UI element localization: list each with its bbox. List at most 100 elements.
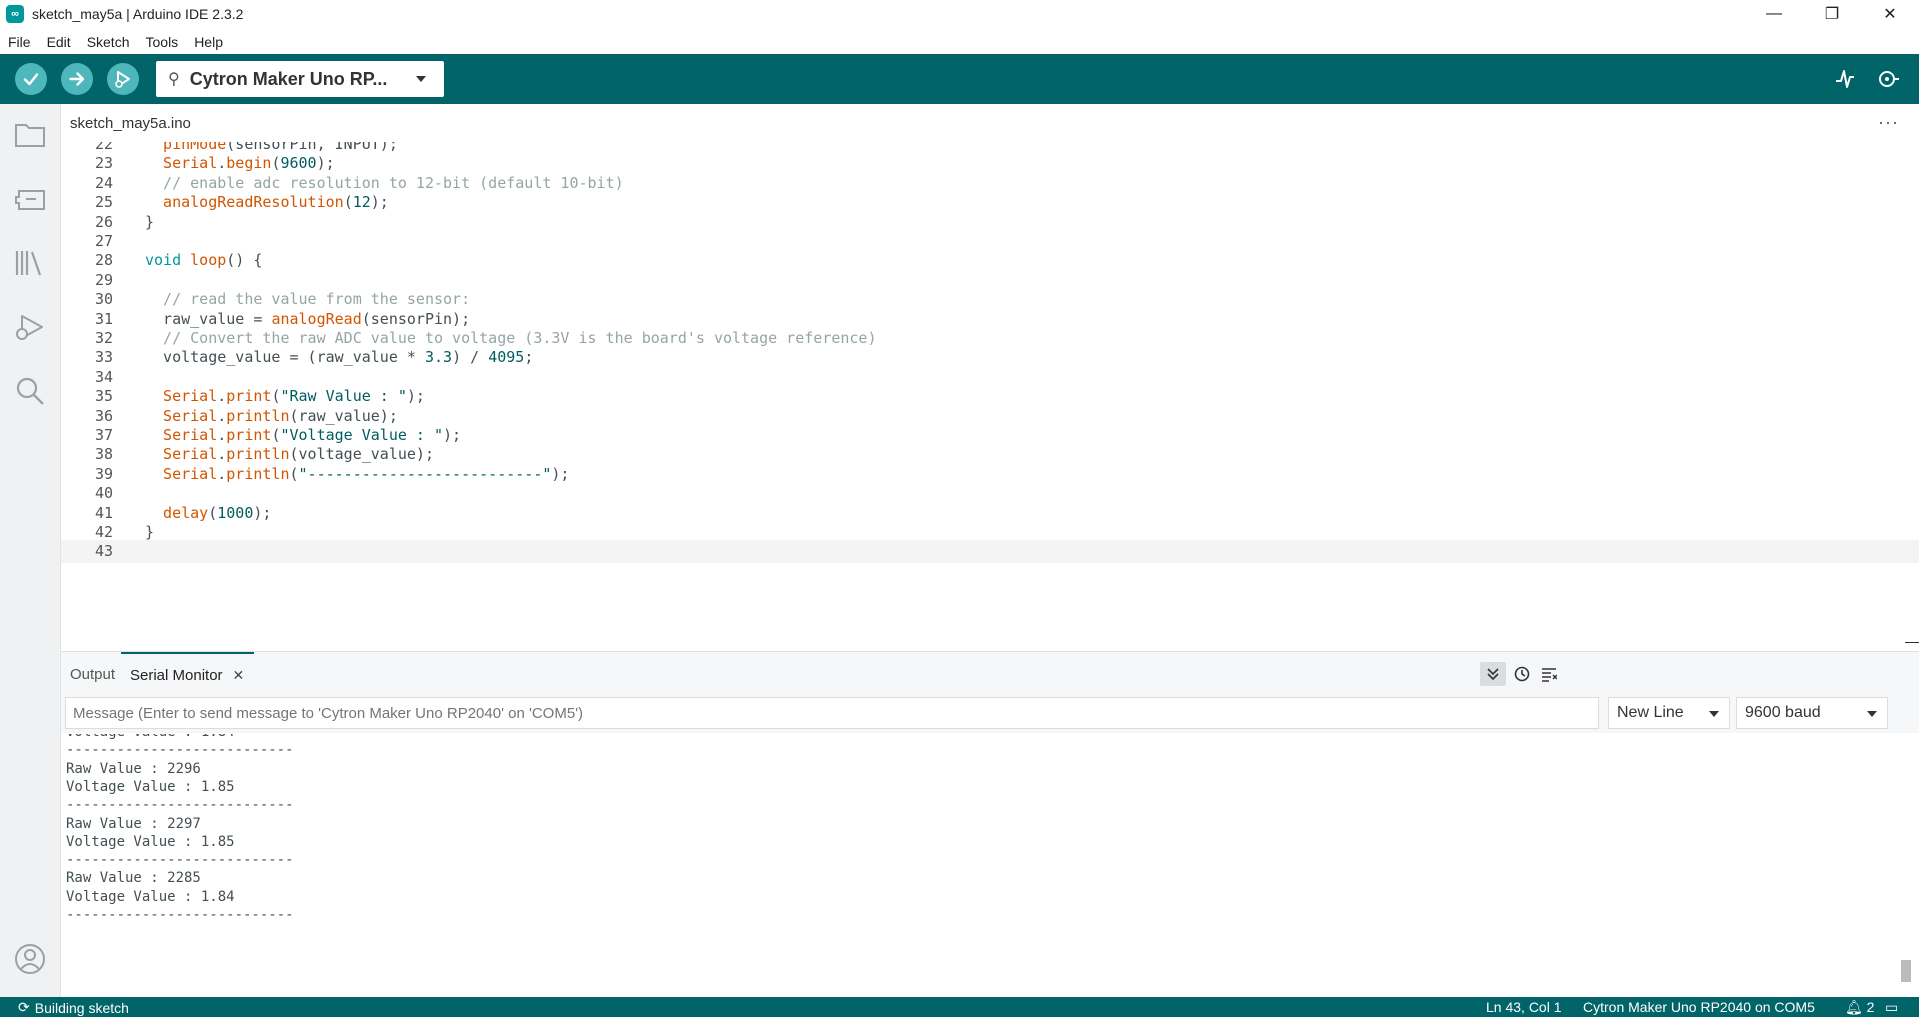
chevron-down-icon (1867, 711, 1877, 717)
serial-output[interactable]: Voltage Value : 1.84--------------------… (61, 734, 1919, 997)
more-options-icon[interactable]: ··· (1878, 112, 1899, 133)
code-token: . (217, 426, 227, 444)
line-ending-select[interactable]: New Line (1608, 697, 1730, 729)
board-name: Cytron Maker Uno RP... (189, 68, 388, 89)
profile-button[interactable] (13, 942, 47, 976)
code-token: pinMode (145, 142, 227, 153)
cursor-position[interactable]: Ln 43, Col 1 (1486, 999, 1562, 1015)
code-token: ) / (452, 348, 489, 367)
code-token: 1000 (217, 503, 254, 522)
editor-tab-bar: sketch_may5a.ino ··· (61, 104, 1919, 143)
menu-help[interactable]: Help (186, 34, 231, 50)
debug-button[interactable] (107, 63, 139, 95)
code-token: ); (370, 193, 389, 212)
debug-sidebar-button[interactable] (13, 310, 47, 344)
code-token: println (226, 445, 290, 464)
code-token: . (217, 445, 227, 464)
code-token: print (226, 426, 272, 444)
build-status-text: Building sketch (34, 999, 129, 1016)
code-token: } (145, 523, 155, 541)
code-token: (sensorPin); (361, 309, 471, 328)
code-token: voltage_value = (raw_value * (145, 348, 425, 367)
code-editor[interactable]: 22 pinMode(sensorPin, INPUT); 23 Serial.b… (61, 142, 1919, 650)
code-token: . (217, 406, 227, 425)
code-token: 4095 (488, 348, 525, 367)
library-manager-button[interactable] (13, 246, 47, 280)
code-token: 3.3 (424, 348, 453, 367)
code-token: loop (181, 251, 227, 270)
autoscroll-button[interactable] (1480, 662, 1506, 686)
close-icon[interactable]: ✕ (233, 667, 245, 684)
library-icon (15, 251, 42, 276)
code-token: ( (208, 503, 218, 522)
upload-icon (69, 72, 85, 86)
code-token: analogReadResolution (145, 193, 344, 212)
baud-rate-value: 9600 baud (1745, 704, 1821, 721)
code-token: Serial (145, 154, 218, 173)
code-line[interactable]: 43 (61, 540, 1919, 564)
code-token: (sensorPin, INPUT); (226, 142, 398, 153)
clear-output-icon (1542, 668, 1557, 682)
code-token: Serial (145, 464, 218, 483)
serial-message-input[interactable] (65, 697, 1599, 729)
chevron-down-icon (1709, 711, 1719, 717)
timestamp-button[interactable] (1509, 662, 1535, 686)
code-token: // read the value from the sensor: (145, 290, 471, 309)
code-token: raw_value = (145, 309, 272, 328)
code-token: } (145, 212, 155, 231)
serial-plotter-button[interactable] (1833, 67, 1857, 91)
minimize-button[interactable]: — (1745, 0, 1803, 28)
bell-icon: 🔔︎ (1845, 999, 1863, 1015)
code-token: // enable adc resolution to 12-bit (defa… (145, 173, 624, 192)
code-token: begin (226, 154, 272, 173)
code-token: 9600 (280, 154, 317, 173)
boards-manager-button[interactable] (13, 182, 47, 216)
code-token: analogRead (271, 309, 362, 328)
code-token: ); (253, 503, 272, 522)
clear-output-button[interactable] (1536, 662, 1562, 686)
board-icon (15, 190, 45, 210)
serial-line: --------------------------- (66, 907, 294, 923)
maximize-button[interactable]: ❐ (1803, 0, 1861, 28)
serial-plotter-icon (1836, 70, 1854, 88)
code-token: "Voltage Value : " (280, 426, 444, 444)
verify-icon (23, 73, 39, 86)
upload-button[interactable] (61, 63, 93, 95)
serial-scrollbar-thumb[interactable] (1901, 960, 1911, 982)
tab-sketch-file[interactable]: sketch_may5a.ino (61, 104, 200, 142)
toggle-panel-icon[interactable]: ▭ (1885, 999, 1898, 1016)
code-token: (voltage_value); (289, 445, 435, 464)
status-bar: ⟳ Building sketch Ln 43, Col 1 Cytron Ma… (0, 997, 1919, 1017)
serial-monitor-button[interactable] (1876, 67, 1900, 91)
usb-icon: ⚲ (168, 71, 180, 88)
user-icon (15, 944, 45, 974)
code-token: Serial (145, 387, 218, 406)
code-token: 12 (352, 193, 371, 212)
menu-sketch[interactable]: Sketch (79, 34, 138, 50)
code-token: delay (145, 503, 209, 522)
board-port-status[interactable]: Cytron Maker Uno RP2040 on COM5 (1583, 999, 1815, 1015)
tab-output[interactable]: Output (70, 652, 115, 696)
code-token: . (217, 464, 227, 483)
tab-serial-monitor[interactable]: Serial Monitor ✕ (121, 652, 255, 696)
baud-rate-select[interactable]: 9600 baud (1736, 697, 1888, 729)
serial-message-row: New Line 9600 baud (61, 695, 1919, 733)
code-token: ); (443, 426, 462, 444)
close-window-button[interactable]: ✕ (1861, 0, 1919, 28)
code-token: ; (524, 348, 534, 367)
refresh-icon: ⟳ (18, 999, 30, 1015)
code-token: ( (343, 193, 353, 212)
code-token: void (145, 251, 182, 270)
board-selector[interactable]: ⚲ Cytron Maker Uno RP... (156, 61, 444, 97)
menu-file[interactable]: File (0, 34, 39, 50)
menu-tools[interactable]: Tools (138, 34, 187, 50)
verify-button[interactable] (15, 63, 47, 95)
menu-edit[interactable]: Edit (39, 34, 79, 50)
sketchbook-button[interactable] (13, 118, 47, 152)
notification-count: 2 (1866, 999, 1875, 1015)
search-button[interactable] (13, 374, 47, 408)
window-title: sketch_may5a | Arduino IDE 2.3.2 (32, 6, 244, 22)
debug-icon (115, 71, 130, 88)
notifications[interactable]: 🔔︎ 2 (1845, 999, 1874, 1016)
search-icon (16, 377, 44, 405)
